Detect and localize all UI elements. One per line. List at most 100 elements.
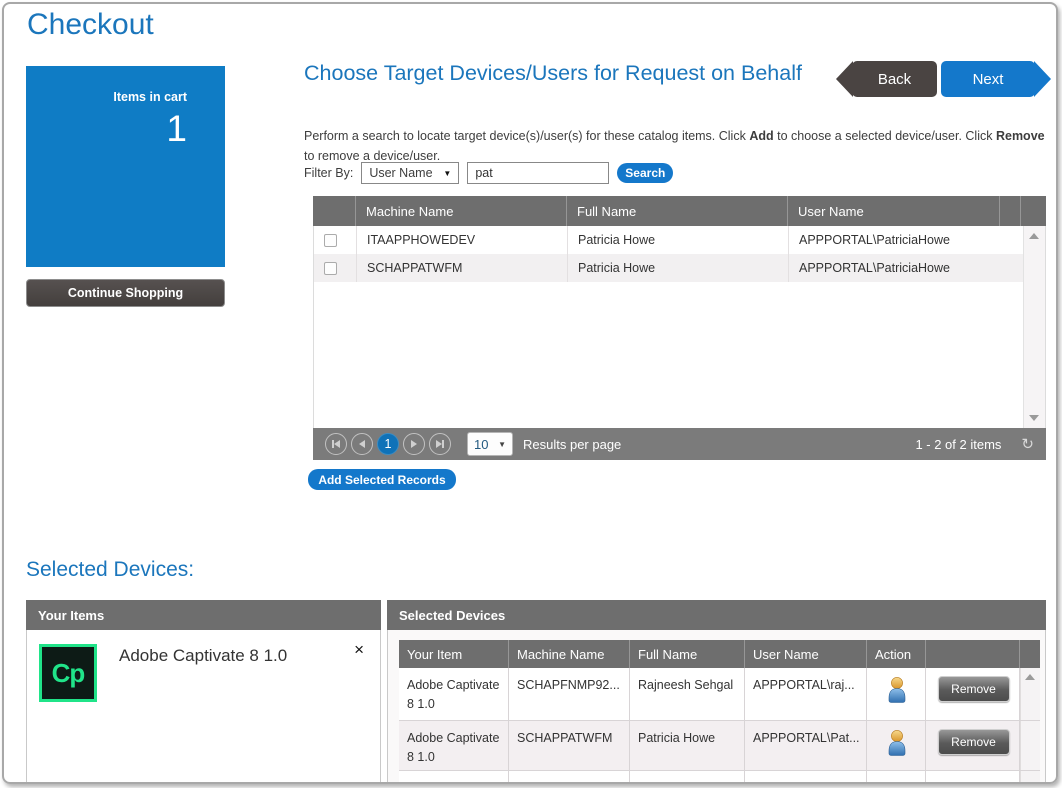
user-name-cell: APPPORTAL\Pat... — [745, 721, 867, 770]
page-title: Checkout — [27, 8, 154, 42]
scroll-up-icon[interactable] — [1025, 674, 1035, 680]
selected-devices-table: Your Item Machine Name Full Name User Na… — [399, 640, 1040, 784]
scroll-up-icon[interactable] — [1029, 233, 1039, 239]
scrollbar-column-header — [1020, 640, 1040, 668]
action-column-header: Action — [867, 640, 926, 668]
machine-name-column-header[interactable]: Machine Name — [356, 196, 567, 226]
instructions-part1: Perform a search to locate target device… — [304, 129, 749, 143]
current-page-button[interactable]: 1 — [377, 433, 399, 455]
machine-name-cell: SCHAPFNMP92... — [509, 668, 630, 720]
chevron-down-icon: ▼ — [443, 169, 451, 178]
vertical-scrollbar[interactable] — [1023, 226, 1045, 428]
vertical-scrollbar[interactable] — [1020, 721, 1040, 770]
results-grid-body: ITAAPPHOWEDEV Patricia Howe APPPORTAL\Pa… — [313, 226, 1046, 428]
page-size-value: 10 — [474, 437, 488, 452]
table-row[interactable]: ITAAPPHOWEDEV Patricia Howe APPPORTAL\Pa… — [314, 226, 1025, 254]
filter-search-input[interactable] — [467, 162, 609, 184]
machine-name-column-header: Machine Name — [509, 640, 630, 668]
refresh-icon[interactable]: ↻ — [1021, 435, 1034, 453]
machine-name-cell: ITAAPPHOWEDEV — [357, 226, 568, 254]
page-size-select[interactable]: 10 ▼ — [467, 432, 513, 456]
first-page-button[interactable] — [325, 433, 347, 455]
pagination-bar: 1 10 ▼ Results per page 1 - 2 of 2 items… — [313, 428, 1046, 460]
partial-row — [399, 771, 1040, 784]
chevron-down-icon: ▼ — [498, 440, 506, 449]
adobe-captivate-icon: Cp — [39, 644, 97, 702]
remove-button[interactable]: Remove — [938, 729, 1010, 755]
full-name-cell: Patricia Howe — [630, 721, 745, 770]
vertical-scrollbar[interactable] — [1020, 668, 1040, 720]
spacer-column-header — [1000, 196, 1021, 226]
your-item-cell: Adobe Captivate 8 1.0 — [399, 668, 509, 720]
table-row[interactable]: SCHAPPATWFM Patricia Howe APPPORTAL\Patr… — [314, 254, 1025, 282]
next-page-button[interactable] — [403, 433, 425, 455]
full-name-cell: Rajneesh Sehgal — [630, 668, 745, 720]
items-summary: 1 - 2 of 2 items — [915, 437, 1001, 452]
action-cell — [867, 721, 926, 770]
row-checkbox[interactable] — [324, 262, 337, 275]
selected-devices-heading: Selected Devices: — [26, 558, 194, 582]
continue-shopping-button[interactable]: Continue Shopping — [26, 279, 225, 307]
selected-devices-body: Your Item Machine Name Full Name User Na… — [387, 630, 1046, 784]
your-items-panel: Your Items Cp Adobe Captivate 8 1.0 × — [26, 600, 381, 784]
checkbox-cell — [314, 226, 357, 254]
action-cell — [867, 668, 926, 720]
instructions-text: Perform a search to locate target device… — [304, 126, 1056, 167]
remove-cell: Remove — [926, 721, 1020, 770]
selected-devices-panel: Selected Devices Your Item Machine Name … — [387, 600, 1046, 784]
table-row: Adobe Captivate 8 1.0 SCHAPFNMP92... Raj… — [399, 668, 1040, 721]
cart-count: 1 — [26, 108, 187, 150]
next-page-icon — [411, 440, 417, 448]
selected-devices-panels: Your Items Cp Adobe Captivate 8 1.0 × Se… — [26, 600, 1046, 784]
remove-button[interactable]: Remove — [938, 676, 1010, 702]
your-item-column-header: Your Item — [399, 640, 509, 668]
filter-by-select[interactable]: User Name ▼ — [361, 162, 459, 184]
add-selected-records-button[interactable]: Add Selected Records — [308, 469, 456, 490]
results-grid-header: Machine Name Full Name User Name — [313, 196, 1046, 226]
full-name-cell: Patricia Howe — [568, 254, 789, 282]
cart-item-name: Adobe Captivate 8 1.0 — [119, 646, 287, 666]
search-results-grid: Machine Name Full Name User Name ITAAPPH… — [313, 196, 1046, 428]
scroll-down-icon[interactable] — [1029, 415, 1039, 421]
user-person-icon[interactable] — [885, 729, 909, 756]
cart-summary-box: Items in cart 1 — [26, 66, 225, 267]
machine-name-cell: SCHAPPATWFM — [509, 721, 630, 770]
devices-table-header: Your Item Machine Name Full Name User Na… — [399, 640, 1040, 668]
items-in-cart-label: Items in cart — [26, 90, 187, 104]
table-row: Adobe Captivate 8 1.0 SCHAPPATWFM Patric… — [399, 721, 1040, 771]
remove-cell: Remove — [926, 668, 1020, 720]
select-column-header — [313, 196, 356, 226]
row-checkbox[interactable] — [324, 234, 337, 247]
full-name-column-header[interactable]: Full Name — [567, 196, 788, 226]
full-name-column-header: Full Name — [630, 640, 745, 668]
machine-name-cell: SCHAPPATWFM — [357, 254, 568, 282]
filter-by-selected-value: User Name — [369, 166, 432, 180]
results-per-page-label: Results per page — [523, 437, 621, 452]
your-item-cell: Adobe Captivate 8 1.0 — [399, 721, 509, 770]
user-name-cell: APPPORTAL\PatriciaHowe — [789, 226, 1001, 254]
instructions-add-bold: Add — [749, 129, 773, 143]
last-page-button[interactable] — [429, 433, 451, 455]
filter-row: Filter By: User Name ▼ Search — [304, 162, 673, 184]
instructions-part2: to choose a selected device/user. Click — [774, 129, 996, 143]
full-name-cell: Patricia Howe — [568, 226, 789, 254]
back-button[interactable]: Back — [852, 61, 937, 97]
user-name-cell: APPPORTAL\raj... — [745, 668, 867, 720]
instructions-remove-bold: Remove — [996, 129, 1045, 143]
checkbox-cell — [314, 254, 357, 282]
pager-right: 1 - 2 of 2 items ↻ — [915, 435, 1034, 453]
remove-column-header — [926, 640, 1020, 668]
remove-item-close-icon[interactable]: × — [354, 640, 364, 660]
filter-by-label: Filter By: — [304, 166, 353, 180]
section-heading: Choose Target Devices/Users for Request … — [304, 60, 849, 88]
user-person-icon[interactable] — [885, 676, 909, 703]
selected-devices-header: Selected Devices — [387, 600, 1046, 630]
user-name-cell: APPPORTAL\PatriciaHowe — [789, 254, 1001, 282]
your-items-header: Your Items — [26, 600, 381, 630]
scrollbar-column-header — [1021, 196, 1043, 226]
next-button[interactable]: Next — [941, 61, 1035, 97]
user-name-column-header[interactable]: User Name — [788, 196, 1000, 226]
search-button[interactable]: Search — [617, 163, 673, 183]
user-name-column-header: User Name — [745, 640, 867, 668]
previous-page-button[interactable] — [351, 433, 373, 455]
